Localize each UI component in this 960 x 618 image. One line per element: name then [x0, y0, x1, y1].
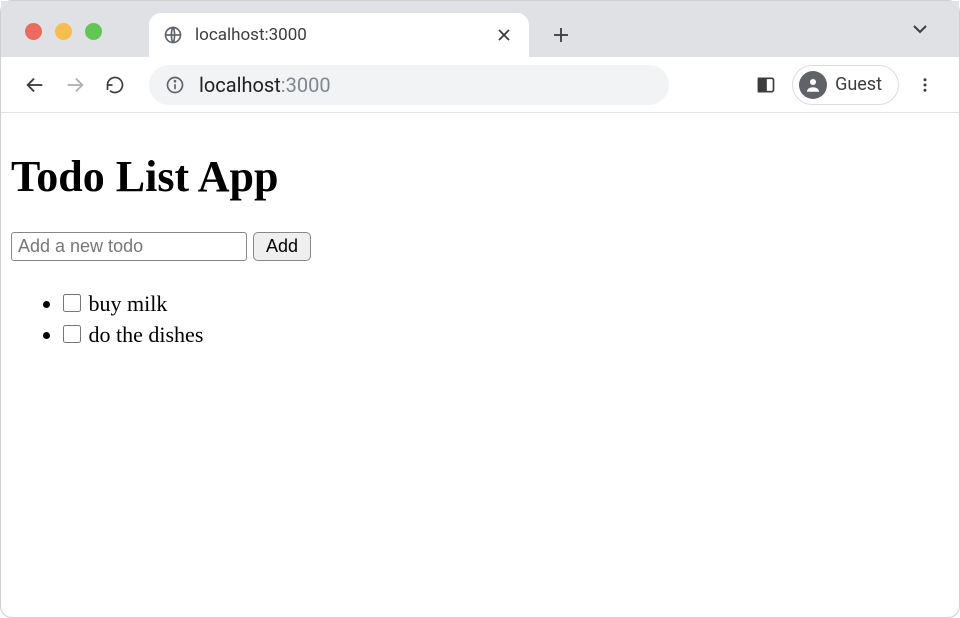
- window-maximize-button[interactable]: [85, 23, 102, 40]
- profile-button[interactable]: Guest: [792, 65, 899, 105]
- page-title: Todo List App: [11, 151, 949, 202]
- list-item: buy milk: [63, 289, 949, 320]
- list-item: do the dishes: [63, 320, 949, 351]
- tabs-dropdown-icon[interactable]: [911, 20, 929, 38]
- close-tab-icon[interactable]: [493, 26, 515, 44]
- page-content: Todo List App Add buy milk do the dishes: [1, 113, 959, 359]
- tab-title: localhost:3000: [195, 25, 493, 45]
- todo-checkbox[interactable]: [63, 325, 81, 343]
- todo-label: do the dishes: [89, 322, 204, 347]
- address-bar[interactable]: localhost:3000: [149, 65, 669, 105]
- reload-button[interactable]: [97, 67, 133, 103]
- url-host: localhost: [199, 73, 281, 97]
- window-controls: [25, 23, 102, 40]
- new-tab-button[interactable]: [543, 17, 579, 53]
- back-button[interactable]: [17, 67, 53, 103]
- toolbar-right: Guest: [748, 65, 943, 105]
- browser-tab[interactable]: localhost:3000: [149, 13, 529, 57]
- avatar-icon: [799, 71, 827, 99]
- browser-menu-icon[interactable]: [907, 67, 943, 103]
- new-todo-input[interactable]: [11, 232, 247, 261]
- todo-checkbox[interactable]: [63, 294, 81, 312]
- todo-label: buy milk: [89, 291, 168, 316]
- todo-list: buy milk do the dishes: [11, 289, 949, 351]
- site-info-icon[interactable]: [165, 75, 185, 95]
- url-port: :3000: [281, 73, 331, 97]
- forward-button[interactable]: [57, 67, 93, 103]
- window-minimize-button[interactable]: [55, 23, 72, 40]
- todo-form: Add: [11, 232, 949, 261]
- side-panel-icon[interactable]: [748, 67, 784, 103]
- profile-name: Guest: [835, 74, 882, 95]
- add-button[interactable]: Add: [253, 232, 311, 261]
- globe-icon: [163, 25, 183, 45]
- browser-toolbar: localhost:3000 Guest: [1, 57, 959, 113]
- browser-tab-strip: localhost:3000: [1, 1, 959, 57]
- window-close-button[interactable]: [25, 23, 42, 40]
